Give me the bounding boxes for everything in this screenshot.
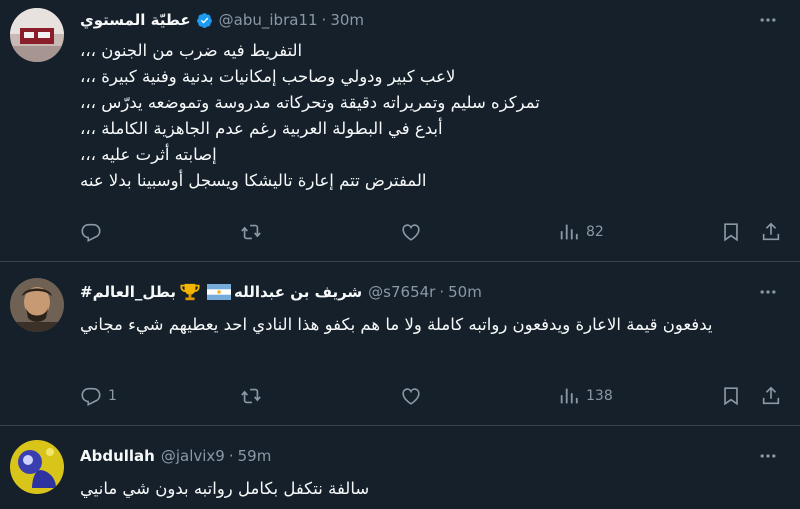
retweet-button[interactable] [240, 220, 262, 244]
timestamp[interactable]: 30m [330, 11, 364, 29]
bookmark-button[interactable] [720, 220, 742, 244]
more-button[interactable] [756, 280, 780, 304]
reply-count: 1 [108, 388, 117, 404]
display-name[interactable]: شريف بن عبدالله [234, 283, 362, 301]
more-button[interactable] [756, 444, 780, 468]
tweet-3[interactable]: Abdullah @jalvix9 · 59m سالفة نتكفل بكام… [0, 426, 800, 509]
share-button[interactable] [760, 220, 782, 244]
avatar[interactable] [10, 440, 64, 494]
display-name[interactable]: Abdullah [80, 447, 155, 465]
handle[interactable]: @abu_ibra11 [219, 11, 318, 29]
tweet-text: سالفة نتكفل بكامل رواتبه بدون شي مانيي [80, 479, 370, 498]
bookmark-button[interactable] [720, 384, 742, 408]
argentina-flag-icon [206, 284, 231, 300]
reply-button[interactable]: 1 [80, 384, 117, 408]
tweet-text: التفريط فيه ضرب من الجنون ،،، لاعب كبير … [80, 41, 540, 190]
share-button[interactable] [760, 384, 782, 408]
like-button[interactable] [400, 220, 422, 244]
separator-dot: · [439, 283, 445, 301]
tweet-header: #بطل_العالم شريف بن عبدالله @s7654r · 50… [80, 280, 482, 304]
like-icon [402, 388, 420, 405]
verified-badge-icon [196, 12, 212, 28]
separator-dot: · [228, 447, 234, 465]
tweet-header: Abdullah @jalvix9 · 59m [80, 444, 271, 468]
like-icon [402, 224, 420, 241]
like-button[interactable] [400, 384, 422, 408]
avatar[interactable] [10, 278, 64, 332]
more-icon [760, 18, 776, 22]
tweet-1[interactable]: عطيّة المستوي @abu_ibra11 · 30m التفريط … [0, 0, 800, 262]
action-bar: 1 138 [80, 384, 785, 408]
display-name[interactable]: عطيّة المستوي [80, 11, 191, 29]
avatar[interactable] [10, 8, 64, 62]
timestamp[interactable]: 59m [238, 447, 272, 465]
handle[interactable]: @jalvix9 [161, 447, 225, 465]
handle[interactable]: @s7654r [368, 283, 435, 301]
more-icon [760, 454, 776, 458]
reply-icon [81, 387, 101, 407]
retweet-button[interactable] [240, 384, 262, 408]
share-icon [762, 222, 780, 241]
more-icon [760, 290, 776, 294]
timestamp[interactable]: 50m [448, 283, 482, 301]
tweet-header: عطيّة المستوي @abu_ibra11 · 30m [80, 8, 364, 32]
retweet-icon [241, 388, 261, 404]
reply-button[interactable] [80, 220, 108, 244]
views-button[interactable]: 138 [558, 384, 613, 408]
bookmark-icon [724, 223, 738, 242]
views-icon [560, 388, 578, 404]
share-icon [762, 386, 780, 405]
tweet-2[interactable]: #بطل_العالم شريف بن عبدالله @s7654r · 50… [0, 262, 800, 426]
action-bar: 82 [80, 220, 785, 244]
tweet-text: يدفعون قيمة الاعارة ويدفعون رواتبه كاملة… [80, 315, 713, 334]
reply-icon [81, 223, 101, 243]
more-button[interactable] [756, 8, 780, 32]
views-button[interactable]: 82 [558, 220, 604, 244]
retweet-icon [241, 224, 261, 240]
bookmark-icon [724, 387, 738, 406]
separator-dot: · [321, 11, 327, 29]
views-icon [560, 224, 578, 240]
views-count: 138 [586, 388, 613, 404]
display-name-hashtag[interactable]: #بطل_العالم [80, 283, 176, 301]
views-count: 82 [586, 224, 604, 240]
trophy-icon [180, 283, 200, 301]
